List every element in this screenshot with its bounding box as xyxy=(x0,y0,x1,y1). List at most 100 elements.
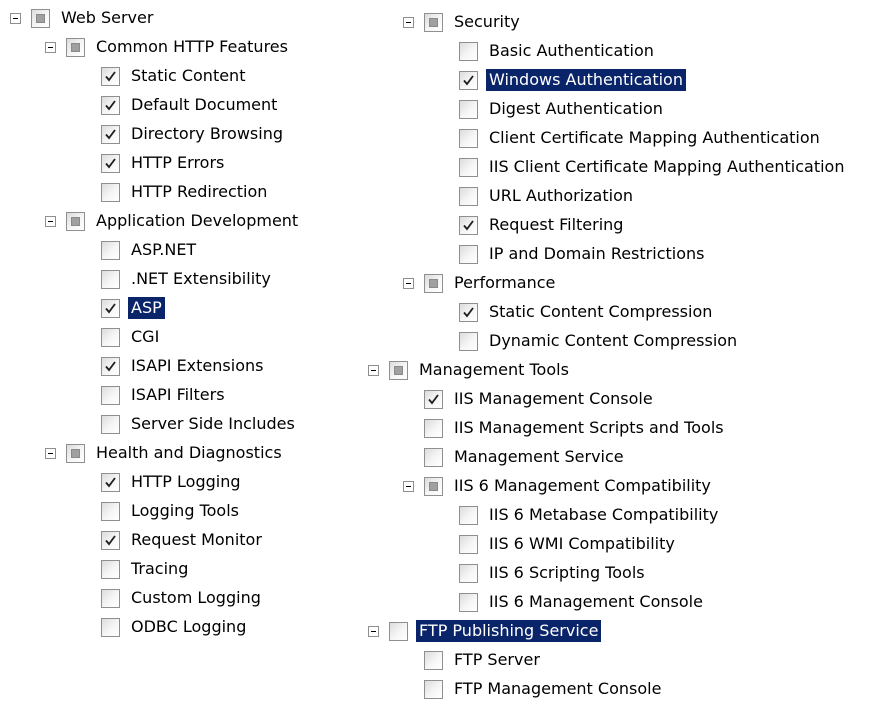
tree-item-isapi-filters[interactable]: ISAPI Filters xyxy=(101,383,228,407)
checkbox[interactable] xyxy=(459,41,478,61)
checkbox[interactable] xyxy=(424,273,443,293)
checkbox[interactable] xyxy=(424,447,443,467)
tree-item-management-service[interactable]: Management Service xyxy=(424,445,627,469)
tree-item-ftp-server[interactable]: FTP Server xyxy=(424,648,543,672)
collapse-icon[interactable] xyxy=(45,41,56,53)
tree-item-static-content-compression[interactable]: Static Content Compression xyxy=(459,300,715,324)
tree-item-default-document[interactable]: Default Document xyxy=(101,93,280,117)
collapse-icon[interactable] xyxy=(403,480,414,492)
tree-item-security[interactable]: Security xyxy=(403,10,523,34)
tree-item-url-authorization[interactable]: URL Authorization xyxy=(459,184,636,208)
checkbox[interactable] xyxy=(459,534,478,554)
collapse-icon[interactable] xyxy=(10,12,21,24)
checkbox[interactable] xyxy=(459,186,478,206)
tree-item-management-tools[interactable]: Management Tools xyxy=(368,358,572,382)
tree-item-custom-logging[interactable]: Custom Logging xyxy=(101,586,264,610)
tree-item-asp-net[interactable]: ASP.NET xyxy=(101,238,199,262)
tree-item-ftp-management-console[interactable]: FTP Management Console xyxy=(424,677,664,701)
tree-item-logging-tools[interactable]: Logging Tools xyxy=(101,499,242,523)
checkbox[interactable] xyxy=(424,476,443,496)
checkbox[interactable] xyxy=(459,157,478,177)
checkbox[interactable] xyxy=(101,153,120,173)
tree-item-client-certificate-mapping-authentication[interactable]: Client Certificate Mapping Authenticatio… xyxy=(459,126,823,150)
tree-item-http-logging[interactable]: HTTP Logging xyxy=(101,470,244,494)
tree-item-static-content[interactable]: Static Content xyxy=(101,64,248,88)
tree-item-iis-management-scripts-and-tools[interactable]: IIS Management Scripts and Tools xyxy=(424,416,727,440)
checkbox[interactable] xyxy=(101,588,120,608)
tree-item-ip-and-domain-restrictions[interactable]: IP and Domain Restrictions xyxy=(459,242,707,266)
checkbox[interactable] xyxy=(459,128,478,148)
tree-item-cgi[interactable]: CGI xyxy=(101,325,162,349)
checkbox[interactable] xyxy=(101,182,120,202)
checkbox[interactable] xyxy=(459,302,478,322)
tree-item-ftp-publishing-service[interactable]: FTP Publishing Service xyxy=(368,619,602,643)
checkbox[interactable] xyxy=(459,99,478,119)
checkbox[interactable] xyxy=(101,95,120,115)
tree-item-performance[interactable]: Performance xyxy=(403,271,558,295)
tree-item-odbc-logging[interactable]: ODBC Logging xyxy=(101,615,249,639)
checkbox[interactable] xyxy=(101,617,120,637)
collapse-icon[interactable] xyxy=(403,277,414,289)
tree-item-isapi-extensions[interactable]: ISAPI Extensions xyxy=(101,354,266,378)
tree-item-iis-6-management-compatibility[interactable]: IIS 6 Management Compatibility xyxy=(403,474,714,498)
collapse-icon[interactable] xyxy=(45,215,56,227)
checkbox[interactable] xyxy=(424,12,443,32)
collapse-icon[interactable] xyxy=(368,364,379,376)
checkbox[interactable] xyxy=(101,472,120,492)
checkbox[interactable] xyxy=(101,327,120,347)
checkbox[interactable] xyxy=(424,679,443,699)
tree-item-iis-6-scripting-tools[interactable]: IIS 6 Scripting Tools xyxy=(459,561,648,585)
checkbox[interactable] xyxy=(389,621,408,641)
checkbox[interactable] xyxy=(66,211,85,231)
checkbox[interactable] xyxy=(101,298,120,318)
tree-item-tracing[interactable]: Tracing xyxy=(101,557,191,581)
checkbox[interactable] xyxy=(101,414,120,434)
checkbox[interactable] xyxy=(424,650,443,670)
checkbox[interactable] xyxy=(101,124,120,144)
tree-item-http-redirection[interactable]: HTTP Redirection xyxy=(101,180,270,204)
tree-item-asp[interactable]: ASP xyxy=(101,296,165,320)
checkbox[interactable] xyxy=(389,360,408,380)
tree-item-web-server[interactable]: Web Server xyxy=(10,6,156,30)
checkbox[interactable] xyxy=(459,70,478,90)
checkbox[interactable] xyxy=(101,559,120,579)
checkbox[interactable] xyxy=(459,331,478,351)
tree-item-dynamic-content-compression[interactable]: Dynamic Content Compression xyxy=(459,329,740,353)
checkbox[interactable] xyxy=(101,269,120,289)
collapse-icon[interactable] xyxy=(45,447,56,459)
tree-item-net-extensibility[interactable]: .NET Extensibility xyxy=(101,267,274,291)
checkbox[interactable] xyxy=(101,385,120,405)
checkbox[interactable] xyxy=(101,356,120,376)
tree-item-digest-authentication[interactable]: Digest Authentication xyxy=(459,97,666,121)
tree-item-health-and-diagnostics[interactable]: Health and Diagnostics xyxy=(45,441,285,465)
collapse-icon[interactable] xyxy=(368,625,379,637)
checkbox[interactable] xyxy=(424,418,443,438)
checkbox[interactable] xyxy=(101,530,120,550)
tree-item-request-filtering[interactable]: Request Filtering xyxy=(459,213,626,237)
checkbox[interactable] xyxy=(101,501,120,521)
checkbox[interactable] xyxy=(31,8,50,28)
checkbox[interactable] xyxy=(459,592,478,612)
tree-item-iis-6-wmi-compatibility[interactable]: IIS 6 WMI Compatibility xyxy=(459,532,678,556)
tree-item-application-development[interactable]: Application Development xyxy=(45,209,301,233)
checkbox[interactable] xyxy=(459,215,478,235)
checkbox[interactable] xyxy=(459,563,478,583)
tree-item-directory-browsing[interactable]: Directory Browsing xyxy=(101,122,286,146)
tree-item-iis-management-console[interactable]: IIS Management Console xyxy=(424,387,656,411)
tree-item-iis-6-metabase-compatibility[interactable]: IIS 6 Metabase Compatibility xyxy=(459,503,721,527)
tree-item-windows-authentication[interactable]: Windows Authentication xyxy=(459,68,686,92)
tree-item-server-side-includes[interactable]: Server Side Includes xyxy=(101,412,298,436)
tree-item-iis-6-management-console[interactable]: IIS 6 Management Console xyxy=(459,590,706,614)
tree-item-basic-authentication[interactable]: Basic Authentication xyxy=(459,39,657,63)
checkbox[interactable] xyxy=(66,443,85,463)
tree-item-iis-client-certificate-mapping-authentication[interactable]: IIS Client Certificate Mapping Authentic… xyxy=(459,155,847,179)
checkbox[interactable] xyxy=(66,37,85,57)
checkbox[interactable] xyxy=(424,389,443,409)
checkbox[interactable] xyxy=(101,66,120,86)
checkbox[interactable] xyxy=(459,505,478,525)
checkbox[interactable] xyxy=(459,244,478,264)
checkbox[interactable] xyxy=(101,240,120,260)
tree-item-common-http-features[interactable]: Common HTTP Features xyxy=(45,35,291,59)
tree-item-request-monitor[interactable]: Request Monitor xyxy=(101,528,265,552)
tree-item-http-errors[interactable]: HTTP Errors xyxy=(101,151,227,175)
